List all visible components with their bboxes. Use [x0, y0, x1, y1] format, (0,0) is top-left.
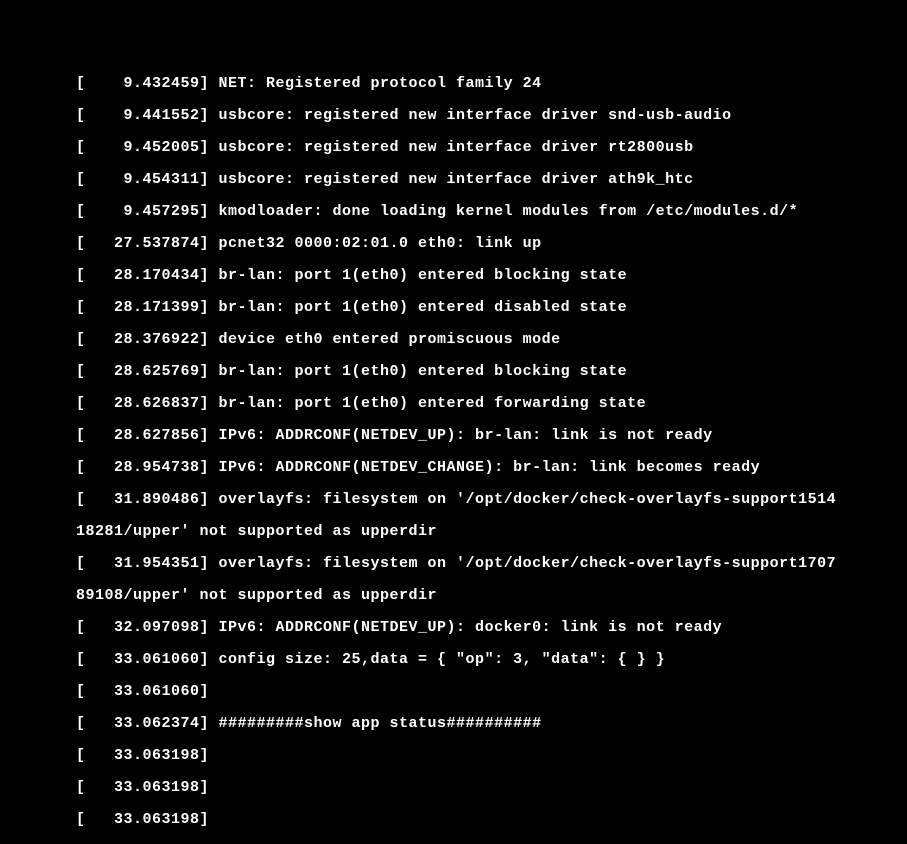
log-line: [ 28.626837] br-lan: port 1(eth0) entere…	[76, 396, 907, 412]
log-line: 89108/upper' not supported as upperdir	[76, 588, 907, 604]
log-line: [ 28.376922] device eth0 entered promisc…	[76, 332, 907, 348]
log-line: 18281/upper' not supported as upperdir	[76, 524, 907, 540]
log-line: [ 33.063198]	[76, 780, 907, 796]
log-line: [ 33.063198]	[76, 748, 907, 764]
log-line: [ 28.627856] IPv6: ADDRCONF(NETDEV_UP): …	[76, 428, 907, 444]
log-line: [ 33.063198]	[76, 812, 907, 828]
log-line: [ 27.537874] pcnet32 0000:02:01.0 eth0: …	[76, 236, 907, 252]
log-line: [ 32.097098] IPv6: ADDRCONF(NETDEV_UP): …	[76, 620, 907, 636]
log-line: [ 9.457295] kmodloader: done loading ker…	[76, 204, 907, 220]
log-line: [ 9.452005] usbcore: registered new inte…	[76, 140, 907, 156]
log-line: [ 31.954351] overlayfs: filesystem on '/…	[76, 556, 907, 572]
log-line: [ 31.890486] overlayfs: filesystem on '/…	[76, 492, 907, 508]
log-line: [ 33.061060] config size: 25,data = { "o…	[76, 652, 907, 668]
log-line: [ 9.432459] NET: Registered protocol fam…	[76, 76, 907, 92]
log-line: [ 33.062374] #########show app status###…	[76, 716, 907, 732]
log-line: [ 33.061060]	[76, 684, 907, 700]
log-line: [ 9.454311] usbcore: registered new inte…	[76, 172, 907, 188]
log-line: [ 28.954738] IPv6: ADDRCONF(NETDEV_CHANG…	[76, 460, 907, 476]
log-line: [ 28.170434] br-lan: port 1(eth0) entere…	[76, 268, 907, 284]
log-line: [ 28.625769] br-lan: port 1(eth0) entere…	[76, 364, 907, 380]
terminal-output: [ 9.432459] NET: Registered protocol fam…	[0, 0, 907, 844]
log-line: [ 9.441552] usbcore: registered new inte…	[76, 108, 907, 124]
log-line: [ 28.171399] br-lan: port 1(eth0) entere…	[76, 300, 907, 316]
